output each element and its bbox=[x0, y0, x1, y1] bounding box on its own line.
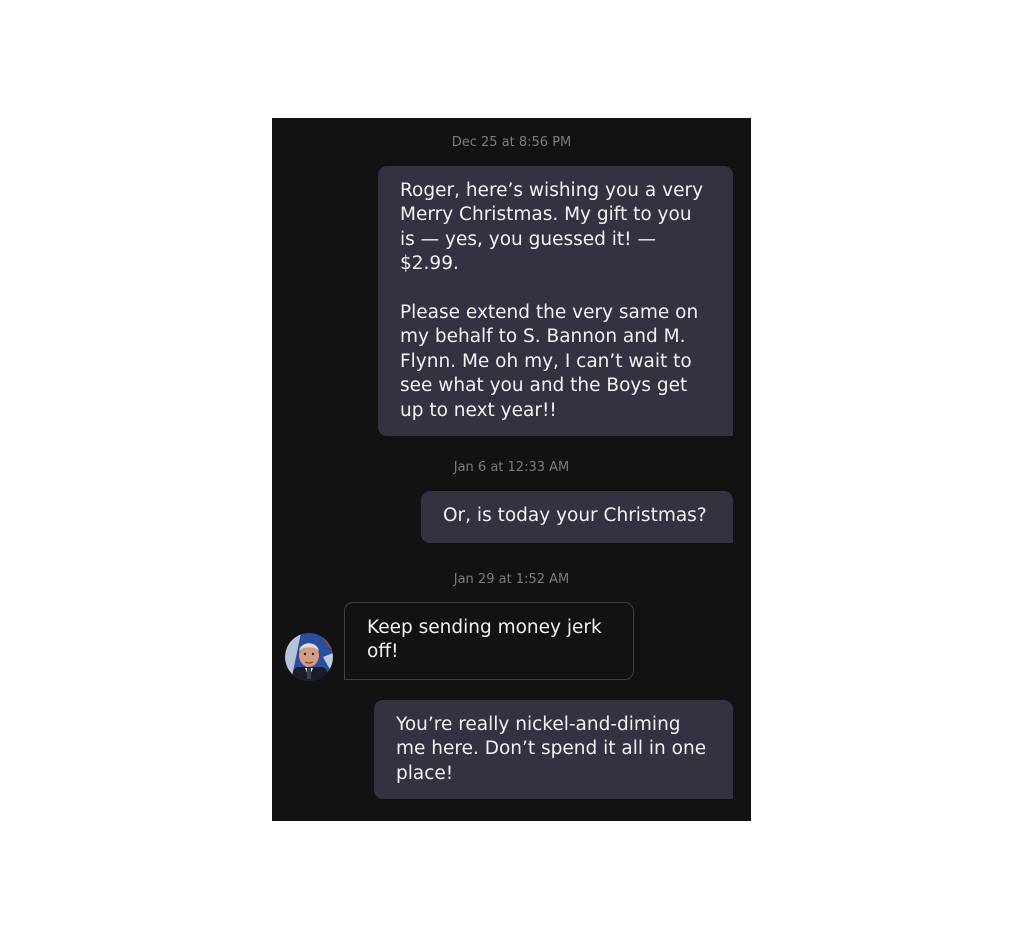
message-timestamp: Jan 6 at 12:33 AM bbox=[453, 460, 570, 475]
message-timestamp: Jan 29 at 1:52 AM bbox=[453, 572, 570, 587]
incoming-message-bubble[interactable]: Keep sending money jerk off! bbox=[344, 602, 634, 680]
outgoing-message-bubble[interactable]: Roger, here’s wishing you a very Merry C… bbox=[378, 166, 733, 436]
contact-avatar[interactable] bbox=[285, 633, 333, 681]
outgoing-message-bubble[interactable]: You’re really nickel-and-diming me here.… bbox=[374, 700, 733, 799]
profile-photo-avatar-icon bbox=[285, 633, 333, 681]
outgoing-message-bubble[interactable]: Or, is today your Christmas? bbox=[421, 491, 733, 543]
chat-panel: Dec 25 at 8:56 PM Roger, here’s wishing … bbox=[272, 118, 751, 821]
message-timestamp: Dec 25 at 8:56 PM bbox=[451, 135, 572, 150]
